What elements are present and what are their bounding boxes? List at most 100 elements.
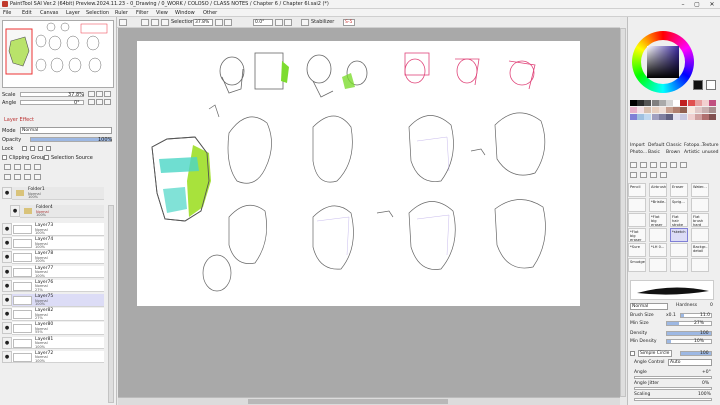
color-swatch[interactable] <box>630 107 637 113</box>
zoom-field[interactable]: 37.8% <box>193 19 213 26</box>
rotation-field[interactable]: 0.0° <box>253 19 273 26</box>
brush-shape-select[interactable]: Simple Circle <box>638 350 672 357</box>
rotate-cw-button[interactable] <box>284 19 292 26</box>
color-swatch[interactable] <box>687 114 695 120</box>
tool-tab[interactable]: Photo... <box>630 150 647 155</box>
layer-row[interactable]: ● Layer74 Normal 100% <box>2 237 104 250</box>
brush-slot[interactable]: Smudge <box>628 258 646 272</box>
blend-mode-select[interactable]: Normal <box>20 127 112 134</box>
lock-all-checkbox[interactable] <box>46 146 51 151</box>
lasso-tool-icon[interactable] <box>640 162 647 168</box>
color-swatch[interactable] <box>673 114 681 120</box>
rotate-left-button[interactable] <box>88 99 95 105</box>
drawing-canvas[interactable] <box>137 41 580 306</box>
visibility-toggle[interactable]: ● <box>2 251 12 264</box>
color-swatch[interactable] <box>709 114 717 120</box>
brush-slot[interactable]: Water... <box>691 183 709 197</box>
menu-selection[interactable]: Selection <box>86 10 109 16</box>
color-swatch[interactable] <box>702 107 709 113</box>
zoom-out-tool-button[interactable] <box>215 19 223 26</box>
color-swatch[interactable] <box>680 114 688 120</box>
color-swatch[interactable] <box>709 100 717 106</box>
tool-tab[interactable]: Default <box>648 143 664 148</box>
menu-edit[interactable]: Edit <box>22 10 32 16</box>
menu-layer[interactable]: Layer <box>66 10 80 16</box>
brush-slot[interactable] <box>628 213 646 227</box>
brush-slot[interactable] <box>670 258 688 272</box>
select-tool-icon[interactable] <box>630 162 637 168</box>
menu-file[interactable]: File <box>3 10 11 16</box>
tool-tab[interactable]: Basic <box>648 150 660 155</box>
stabilizer-select[interactable]: S-5 <box>343 19 355 26</box>
brush-slot[interactable]: Flat hair stroke <box>670 213 688 227</box>
layer-row[interactable]: ● Layer75 Normal 100% <box>2 294 104 307</box>
menu-window[interactable]: Window <box>175 10 195 16</box>
new-layer-button[interactable] <box>4 164 11 170</box>
folder-row[interactable]: ● Folder4 Normal 100% <box>10 205 104 218</box>
visibility-toggle[interactable]: ● <box>2 279 12 292</box>
color-swatch[interactable] <box>702 114 709 120</box>
color-swatch[interactable] <box>651 100 659 106</box>
navigator-preview[interactable] <box>2 20 114 88</box>
brush-slot[interactable] <box>649 258 667 272</box>
color-swatch[interactable] <box>644 107 652 113</box>
visibility-toggle[interactable]: ● <box>2 308 12 321</box>
color-swatch[interactable] <box>637 114 645 120</box>
color-swatch[interactable] <box>644 114 652 120</box>
duplicate-layer-button[interactable] <box>4 174 11 180</box>
maximize-button[interactable]: ▢ <box>690 0 704 9</box>
color-swatch[interactable] <box>651 107 659 113</box>
brush-slot[interactable]: *Flat big eraser <box>649 213 667 227</box>
color-swatch[interactable] <box>694 100 702 106</box>
color-swatch[interactable] <box>666 100 673 106</box>
brush-slot[interactable] <box>691 198 709 212</box>
color-swatch[interactable] <box>637 100 645 106</box>
layer-row[interactable]: ● Layer82 Normal 27% <box>2 308 104 321</box>
color-swatch[interactable] <box>666 107 673 113</box>
color-swatch[interactable] <box>694 107 702 113</box>
layer-row[interactable]: ● Layer78 Normal 100% <box>2 251 104 264</box>
invert-selection-button[interactable] <box>141 19 149 26</box>
hand-tool-icon[interactable] <box>630 172 637 178</box>
rotate-right-button[interactable] <box>96 99 103 105</box>
color-wheel[interactable] <box>632 31 694 93</box>
visibility-toggle[interactable]: ● <box>2 294 12 306</box>
color-swatch[interactable] <box>687 107 695 113</box>
show-selection-button[interactable] <box>151 19 159 26</box>
visibility-toggle[interactable]: ● <box>2 336 12 349</box>
color-swatch[interactable] <box>658 100 666 106</box>
tool-tab[interactable]: unused <box>702 150 719 155</box>
brush-shape-checkbox[interactable] <box>630 351 635 356</box>
menu-ruler[interactable]: Ruler <box>115 10 128 16</box>
layer-row[interactable]: ● Layer73 Normal 100% <box>2 223 104 236</box>
color-swatch[interactable] <box>687 100 695 106</box>
min-size-bar[interactable] <box>666 321 712 326</box>
saturation-value-square[interactable] <box>647 46 679 78</box>
brush-slot[interactable] <box>628 198 646 212</box>
color-swatch[interactable] <box>658 114 666 120</box>
rotate-tool-icon[interactable] <box>680 162 687 168</box>
brush-mode-select[interactable]: Normal <box>630 303 668 310</box>
color-swatch[interactable] <box>637 107 645 113</box>
color-swatch[interactable] <box>651 114 659 120</box>
brush-slot[interactable]: *LH 0... <box>649 243 667 257</box>
primary-color-swatch[interactable] <box>693 80 703 90</box>
lock-drawing-checkbox[interactable] <box>30 146 35 151</box>
eraser-tool-icon[interactable] <box>660 172 667 178</box>
zoom-in-tool-button-2[interactable] <box>224 19 232 26</box>
visibility-toggle[interactable]: ● <box>2 237 12 250</box>
tool-tab[interactable]: Import <box>630 143 645 148</box>
brush-slot[interactable]: Flat brush hard <box>691 213 709 227</box>
brush-slot[interactable]: Eraser <box>670 183 688 197</box>
move-tool-icon[interactable] <box>660 162 667 168</box>
color-swatch[interactable] <box>673 100 681 106</box>
secondary-color-swatch[interactable] <box>706 80 716 90</box>
layer-row[interactable]: ● Layer80 Normal 55% <box>2 322 104 335</box>
color-swatch[interactable] <box>630 114 637 120</box>
color-swatch-grid[interactable] <box>630 100 718 140</box>
tool-tab[interactable]: Fotopo... <box>684 143 704 148</box>
menu-view[interactable]: View <box>156 10 168 16</box>
min-density-bar[interactable] <box>666 339 712 344</box>
visibility-toggle[interactable]: ● <box>2 223 12 235</box>
delete-layer-button[interactable] <box>34 174 41 180</box>
